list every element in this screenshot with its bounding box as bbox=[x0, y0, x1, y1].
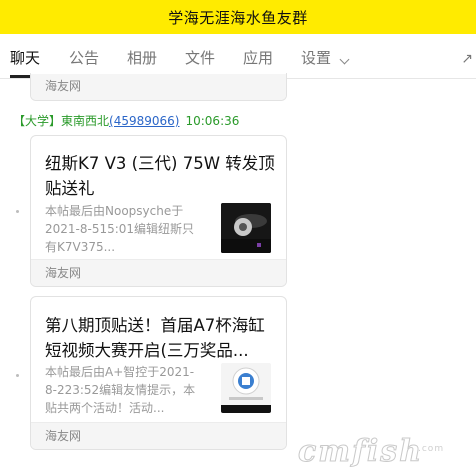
card-thumbnail bbox=[221, 363, 271, 413]
expand-arrow-icon[interactable]: ↗ bbox=[461, 51, 473, 67]
sender-name[interactable]: 東南西北 bbox=[61, 114, 109, 128]
card-source: 海友网 bbox=[31, 422, 286, 449]
tab-files[interactable]: 文件 bbox=[185, 47, 215, 68]
card-description: 本帖最后由Noopsyche于2021-8-515:01编辑纽斯只有K7V375… bbox=[45, 204, 195, 254]
watermark-logo: cmfish bbox=[297, 434, 424, 470]
sender-tag: 【大学】 bbox=[13, 114, 62, 128]
card-source: 海友网 bbox=[31, 74, 286, 100]
tab-announcements[interactable]: 公告 bbox=[69, 47, 99, 68]
tab-album[interactable]: 相册 bbox=[127, 47, 157, 68]
card-description: 本帖最后由A+智控于2021-8-223:52编辑友情提示，本贴共两个活动！活动… bbox=[45, 365, 196, 415]
watermark-suffix: .com bbox=[418, 444, 445, 454]
link-card[interactable]: 第八期顶贴送！首届A7杯海缸短视频大赛开启(三万奖品... 本帖最后由A+智控于… bbox=[30, 296, 287, 450]
message-marker bbox=[16, 210, 19, 213]
tab-chat[interactable]: 聊天 bbox=[10, 47, 40, 68]
chevron-down-icon[interactable] bbox=[339, 54, 350, 65]
tab-settings[interactable]: 设置 bbox=[301, 47, 331, 68]
card-source: 海友网 bbox=[31, 259, 286, 286]
window-title: 学海无涯海水鱼友群 bbox=[168, 8, 308, 27]
message-marker bbox=[16, 374, 19, 377]
message-time: 10:06:36 bbox=[185, 114, 240, 128]
card-title: 纽斯K7 V3 (三代) 75W 转发顶贴送礼 bbox=[45, 154, 275, 198]
card-thumbnail bbox=[221, 203, 271, 253]
message-sender: 【大学】東南西北(45989066) 10:06:36 bbox=[13, 112, 239, 129]
tab-apps[interactable]: 应用 bbox=[243, 47, 273, 68]
sender-id-link[interactable]: (45989066) bbox=[109, 114, 179, 128]
link-card-partial[interactable]: 海友网 bbox=[30, 73, 287, 101]
link-card[interactable]: 纽斯K7 V3 (三代) 75W 转发顶贴送礼 本帖最后由Noopsyche于2… bbox=[30, 135, 287, 287]
card-title: 第八期顶贴送！首届A7杯海缸短视频大赛开启(三万奖品... bbox=[45, 316, 265, 360]
title-bar: 学海无涯海水鱼友群 bbox=[0, 0, 476, 34]
